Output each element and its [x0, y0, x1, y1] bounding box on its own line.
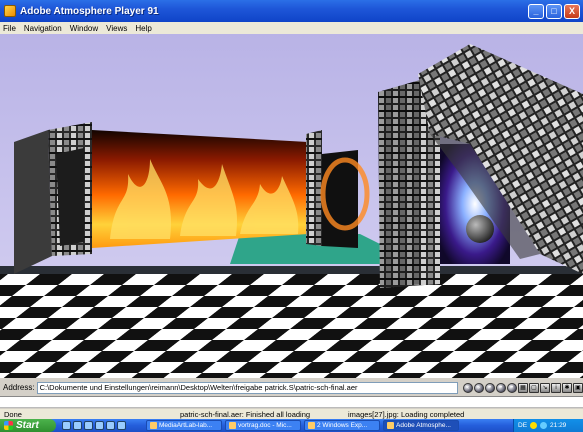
chat-input-bar[interactable]: [0, 396, 583, 408]
quick-launch-media-icon[interactable]: [95, 421, 104, 430]
chart-icon[interactable]: ↘: [540, 382, 550, 393]
status-bar: Done patric-sch-final.aer: Finished all …: [0, 409, 583, 419]
people-icon[interactable]: i: [551, 382, 561, 393]
quick-launch-desktop-icon[interactable]: [73, 421, 82, 430]
system-tray: DE 21:29: [513, 419, 583, 432]
title-bar: Adobe Atmosphere Player 91 _ □ X: [0, 0, 583, 22]
quick-launch-ie-icon[interactable]: [62, 421, 71, 430]
address-label: Address:: [3, 383, 35, 392]
task-windows-explorer[interactable]: 2 Windows Exp...: [304, 420, 380, 431]
checkered-floor: [0, 274, 583, 378]
3d-viewport[interactable]: [0, 34, 583, 378]
menu-bar: File Navigation Window Views Help: [0, 22, 583, 34]
taskbar: Start MediaArtLab-lab... vortrag.doc - M…: [0, 419, 583, 432]
word-icon: [229, 422, 236, 429]
address-input[interactable]: C:\Dokumente und Einstellungen\reimann\D…: [36, 381, 458, 394]
folder-icon: [308, 422, 315, 429]
window-controls: _ □ X: [528, 3, 580, 19]
menu-help[interactable]: Help: [135, 24, 151, 33]
language-indicator[interactable]: DE: [518, 422, 527, 429]
windows-logo-icon: [4, 421, 13, 430]
quick-launch-app-icon[interactable]: [106, 421, 115, 430]
menu-file[interactable]: File: [3, 24, 16, 33]
browser-icon: [150, 422, 157, 429]
status-done: Done: [4, 409, 22, 419]
metal-sphere: [466, 215, 494, 243]
extra-icon[interactable]: ▣: [573, 382, 583, 393]
refresh-icon[interactable]: •: [507, 382, 517, 393]
tray-icon[interactable]: [530, 422, 538, 429]
close-button[interactable]: X: [564, 3, 580, 19]
home-icon[interactable]: •: [496, 382, 506, 393]
address-bar: Address: C:\Dokumente und Einstellungen\…: [0, 380, 583, 395]
center-pillar: [306, 130, 322, 246]
app-icon: [4, 5, 16, 17]
3d-scene: [0, 44, 583, 378]
menu-window[interactable]: Window: [70, 24, 98, 33]
forward-icon[interactable]: ›: [474, 382, 484, 393]
settings-icon[interactable]: ✱: [562, 382, 572, 393]
left-wall: [14, 130, 52, 274]
window-title: Adobe Atmosphere Player 91: [20, 5, 159, 17]
quick-launch-explorer-icon[interactable]: [84, 421, 93, 430]
network-icon[interactable]: [540, 422, 548, 429]
menu-views[interactable]: Views: [106, 24, 127, 33]
left-pillar-door: [56, 148, 84, 246]
quick-launch-app2-icon[interactable]: [117, 421, 126, 430]
navigation-toolbar: ‹ › • • • ▦ ▢ ↘ i ✱ ▣: [463, 382, 583, 393]
stop-icon[interactable]: •: [485, 382, 495, 393]
view-icon[interactable]: ▢: [529, 382, 539, 393]
task-adobe-atmosphere[interactable]: Adobe Atmosphe...: [383, 420, 459, 431]
start-label: Start: [16, 420, 39, 431]
maximize-button[interactable]: □: [546, 3, 562, 19]
minimize-button[interactable]: _: [528, 3, 544, 19]
start-button[interactable]: Start: [0, 419, 56, 432]
quick-launch: [62, 421, 126, 430]
atmosphere-icon: [387, 422, 394, 429]
menu-navigation[interactable]: Navigation: [24, 24, 62, 33]
task-vortrag[interactable]: vortrag.doc - Mic...: [225, 420, 301, 431]
clock: 21:29: [550, 422, 567, 429]
status-message-world: patric-sch-final.aer: Finished all loadi…: [180, 409, 311, 419]
task-mediaartlab[interactable]: MediaArtLab-lab...: [146, 420, 222, 431]
back-icon[interactable]: ‹: [463, 382, 473, 393]
grid-icon[interactable]: ▦: [518, 382, 528, 393]
status-message-images: images[27].jpg: Loading completed: [348, 409, 465, 419]
